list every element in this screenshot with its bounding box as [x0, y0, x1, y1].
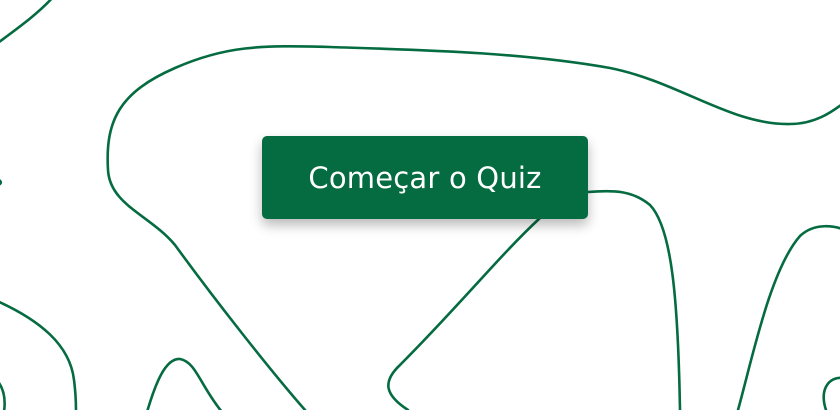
decorative-line: [106, 45, 840, 410]
decorative-line: [0, 300, 78, 410]
decorative-line: [0, 0, 53, 43]
decorative-line: [0, 382, 6, 410]
decorative-line: [586, 189, 682, 410]
decorative-line: [736, 224, 840, 410]
decorative-line: [146, 357, 223, 410]
decorative-line: [0, 179, 3, 186]
decorative-line: [387, 216, 542, 410]
quiz-landing-screen: Começar o Quiz: [0, 0, 840, 410]
decorative-line: [822, 376, 840, 410]
start-quiz-button[interactable]: Começar o Quiz: [262, 136, 588, 219]
